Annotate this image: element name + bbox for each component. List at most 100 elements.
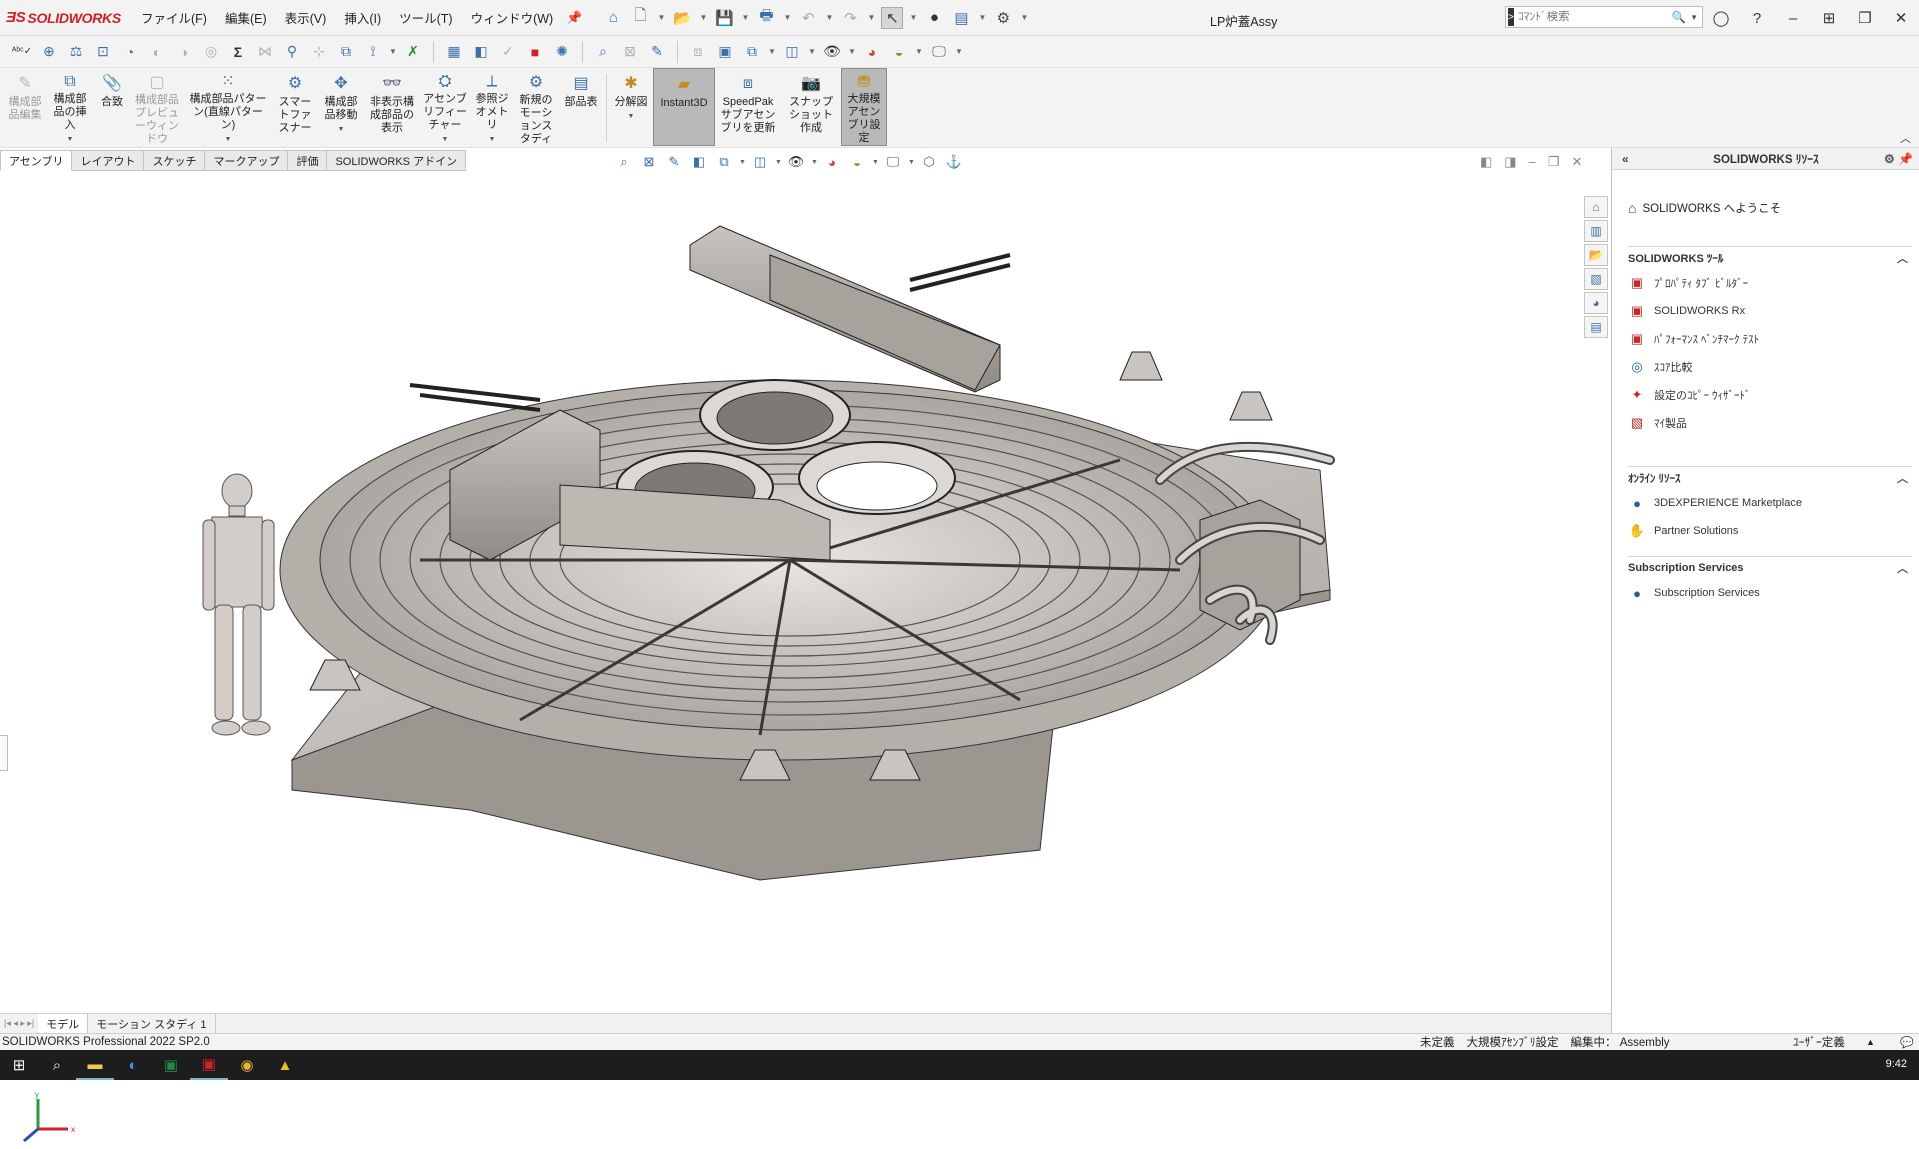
feature-manager-flyout[interactable]: [0, 735, 8, 771]
geometry-analysis-icon[interactable]: ⚲: [280, 40, 304, 64]
solidworks-logo[interactable]: ƎS SOLIDWORKS: [0, 9, 132, 26]
reference-geometry-button[interactable]: ⟂ 参照ジオメトリ ▼: [470, 68, 514, 146]
user-account-icon[interactable]: ◯: [1703, 9, 1739, 27]
solidworks-taskbar-icon[interactable]: ▣: [190, 1050, 228, 1080]
spell-check-icon[interactable]: ᴬᵇᶜ✓: [10, 40, 34, 64]
new-document-icon[interactable]: 🗋: [629, 7, 651, 29]
traffic-light-icon[interactable]: ●: [923, 7, 945, 29]
edit-component-button[interactable]: ✎ 構成部品編集: [4, 68, 46, 146]
chevron-down-icon[interactable]: ▼: [847, 41, 857, 63]
view-palette-icon[interactable]: ▧: [1584, 268, 1608, 290]
view-orientation-icon[interactable]: ◫: [750, 152, 770, 172]
excel-icon[interactable]: ▣: [152, 1050, 190, 1080]
component-preview-window-button[interactable]: ▢ 構成部品プレビューウィンドウ: [130, 68, 184, 146]
previous-view-icon[interactable]: ✎: [664, 152, 684, 172]
pin-menu-icon[interactable]: 📌: [566, 10, 582, 26]
tab-addins[interactable]: SOLIDWORKS アドイン: [327, 150, 467, 171]
section-properties-icon[interactable]: ⊡: [91, 40, 115, 64]
home-icon[interactable]: ⌂: [602, 7, 624, 29]
unit-system[interactable]: ﾕｰｻﾞｰ定義: [1793, 1034, 1845, 1050]
chevron-down-icon[interactable]: ▼: [782, 7, 792, 29]
chevron-down-icon[interactable]: ▼: [908, 159, 915, 166]
chevron-down-icon[interactable]: ▼: [388, 41, 398, 63]
previous-view-icon[interactable]: ✎: [645, 40, 669, 64]
chevron-down-icon[interactable]: ▼: [698, 7, 708, 29]
chevron-down-icon[interactable]: ▼: [767, 41, 777, 63]
file-properties-icon[interactable]: ▤: [950, 7, 972, 29]
dynamic-annotation-icon[interactable]: ▣: [713, 40, 737, 64]
help-icon[interactable]: ?: [1739, 10, 1775, 27]
select-arrow-icon[interactable]: ↖: [881, 6, 904, 29]
chevron-down-icon[interactable]: ▼: [977, 7, 987, 29]
file-explorer-icon[interactable]: ▬: [76, 1050, 114, 1080]
search-input[interactable]: [1517, 11, 1672, 23]
online-header[interactable]: ｵﾝﾗｲﾝ ﾘｿｰｽ ︿: [1628, 467, 1912, 489]
anchor-icon[interactable]: ⚓: [944, 152, 964, 172]
search-icon[interactable]: 🔍: [1672, 10, 1686, 24]
large-assembly-settings-button[interactable]: ⛃ 大規模アセンブリ設定: [841, 68, 887, 146]
edge-browser-icon[interactable]: ◐: [114, 1050, 152, 1080]
bill-of-materials-button[interactable]: ▤ 部品表: [558, 68, 604, 146]
performance-evaluation-icon[interactable]: ◔: [118, 40, 142, 64]
menu-file[interactable]: ファイル(F): [132, 8, 216, 27]
chevron-down-icon[interactable]: ▼: [824, 7, 834, 29]
chrome-icon[interactable]: ◉: [228, 1050, 266, 1080]
menu-insert[interactable]: 挿入(I): [335, 8, 390, 27]
options-gear-icon[interactable]: ⚙: [992, 7, 1014, 29]
delete-check-icon[interactable]: ✗: [401, 40, 425, 64]
tab-assembly[interactable]: アセンブリ: [0, 150, 73, 171]
mass-properties-icon[interactable]: ⚖: [64, 40, 88, 64]
tab-markup[interactable]: マークアップ: [205, 150, 289, 171]
list-item[interactable]: ● Subscription Services: [1628, 579, 1912, 607]
close-button[interactable]: ✕: [1883, 9, 1919, 27]
view-orientation-icon[interactable]: ⧉: [740, 40, 764, 64]
zoom-area-icon[interactable]: ⊠: [639, 152, 659, 172]
display-style-icon[interactable]: ◫: [780, 40, 804, 64]
chevron-down-icon[interactable]: ▼: [1019, 7, 1029, 29]
minimize-button[interactable]: –: [1775, 10, 1811, 27]
list-item[interactable]: ▧ ﾏｲ製品: [1628, 409, 1912, 437]
viewport-minimize-icon[interactable]: –: [1529, 154, 1536, 170]
file-explorer-icon[interactable]: 📂: [1584, 244, 1608, 266]
save-icon[interactable]: 💾: [713, 7, 735, 29]
edit-appearance-icon[interactable]: ◕: [860, 40, 884, 64]
menu-tools[interactable]: ツール(T): [390, 8, 461, 27]
chevron-down-icon[interactable]: ▼: [908, 7, 918, 29]
menu-edit[interactable]: 編集(E): [216, 8, 276, 27]
section-view-icon[interactable]: ◧: [469, 40, 493, 64]
chevron-down-icon[interactable]: ▼: [807, 41, 817, 63]
hide-show-items-icon[interactable]: 👁: [786, 152, 806, 172]
list-item[interactable]: ▣ ﾊﾟﾌｫｰﾏﾝｽ ﾍﾞﾝﾁﾏｰｸ ﾃｽﾄ: [1628, 325, 1912, 353]
check-icon[interactable]: ⋈: [253, 40, 277, 64]
draft-analysis-icon[interactable]: ⊹: [307, 40, 331, 64]
tab-sketch[interactable]: スケッチ: [144, 150, 206, 171]
large-assembly-status[interactable]: 大規模ｱｾﾝﾌﾞﾘ設定: [1467, 1034, 1559, 1050]
print-icon[interactable]: 🖶: [755, 7, 777, 29]
tab-layout[interactable]: レイアウト: [72, 150, 145, 171]
chevron-down-icon[interactable]: ▼: [866, 7, 876, 29]
graphics-area[interactable]: y x: [0, 171, 1611, 1143]
viewport-close-icon[interactable]: ✕: [1571, 154, 1582, 170]
chevron-down-icon[interactable]: ▼: [338, 123, 345, 136]
list-item[interactable]: ✋ Partner Solutions: [1628, 517, 1912, 545]
list-item[interactable]: ✦ 設定のｺﾋﾟｰ ｳｨｻﾞｰﾄﾞ: [1628, 381, 1912, 409]
chevron-down-icon[interactable]: ▼: [872, 159, 879, 166]
resources-home-icon[interactable]: ⌂: [1584, 196, 1608, 218]
update-speedpak-button[interactable]: ⧈ SpeedPak サブアセンブリを更新: [715, 68, 781, 146]
chevron-down-icon[interactable]: ▼: [811, 159, 818, 166]
chevron-down-icon[interactable]: ▼: [1690, 13, 1698, 22]
open-folder-icon[interactable]: 📂: [671, 7, 693, 29]
search-icon[interactable]: ⌕: [38, 1050, 76, 1080]
display-cube-icon[interactable]: ⬡: [919, 152, 939, 172]
section-view-icon[interactable]: ◧: [689, 152, 709, 172]
custom-properties-icon[interactable]: ▤: [1584, 316, 1608, 338]
design-library-icon[interactable]: ▥: [1584, 220, 1608, 242]
appearances-icon[interactable]: ◕: [1584, 292, 1608, 314]
split-right-icon[interactable]: ◨: [1504, 154, 1516, 170]
menu-window[interactable]: ウィンドウ(W): [462, 8, 563, 27]
chevron-down-icon[interactable]: ▼: [489, 133, 496, 146]
subscription-header[interactable]: Subscription Services ︿: [1628, 557, 1912, 579]
simulation-icon[interactable]: ✓: [496, 40, 520, 64]
section-icon[interactable]: ⧈: [686, 40, 710, 64]
measure-icon[interactable]: ⊕: [37, 40, 61, 64]
